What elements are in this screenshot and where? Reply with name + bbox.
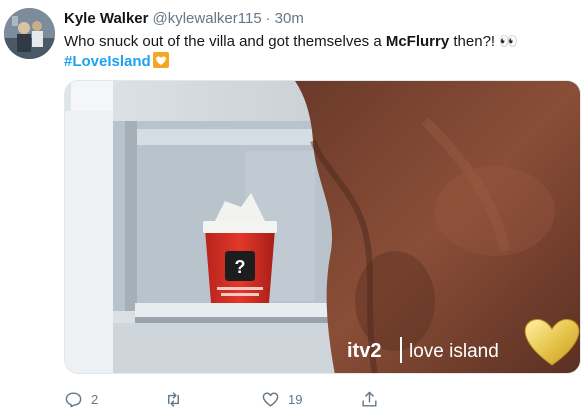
share-icon [362, 391, 377, 407]
video-frame: ? itv2 love island [65, 81, 580, 373]
tweet-timestamp[interactable]: 30m [275, 10, 304, 27]
author-handle[interactable]: @kylewalker115 [153, 10, 262, 27]
separator-dot: · [265, 10, 271, 27]
share-action[interactable] [360, 388, 379, 410]
eyes-emoji: 👀 [499, 33, 519, 50]
tweet-text: Who snuck out of the villa and got thems… [64, 32, 579, 52]
author-name[interactable]: Kyle Walker [64, 10, 149, 27]
heart-icon [262, 391, 279, 407]
like-count: 19 [288, 391, 303, 407]
retweet-icon [168, 391, 179, 407]
watermark-divider [400, 337, 402, 363]
tweet-media-video[interactable]: ? itv2 love island [64, 80, 581, 374]
love-island-heart-icon [152, 52, 169, 68]
reply-count: 2 [91, 391, 99, 407]
hashtag-line: #LoveIsland [64, 52, 169, 72]
reply-action[interactable]: 2 [64, 388, 98, 410]
love-island-logo-text: love island [409, 341, 499, 362]
tweet-text-part1: Who snuck out of the villa and got thems… [64, 33, 386, 50]
tweet-text-part2: then?! [449, 33, 496, 50]
like-action[interactable]: 19 [261, 388, 302, 410]
tweet-text-bold: McFlurry [385, 33, 450, 50]
cup-question-mark: ? [235, 257, 246, 277]
author-avatar[interactable] [4, 8, 55, 59]
reply-icon [65, 391, 82, 407]
itv2-logo: itv2 [347, 340, 381, 362]
tweet-header: Kyle Walker @kylewalker115 · 30m [64, 9, 304, 29]
tweet-actions: 2 19 [64, 388, 584, 410]
hashtag-link[interactable]: #LoveIsland [64, 53, 151, 70]
retweet-action[interactable] [164, 388, 191, 410]
